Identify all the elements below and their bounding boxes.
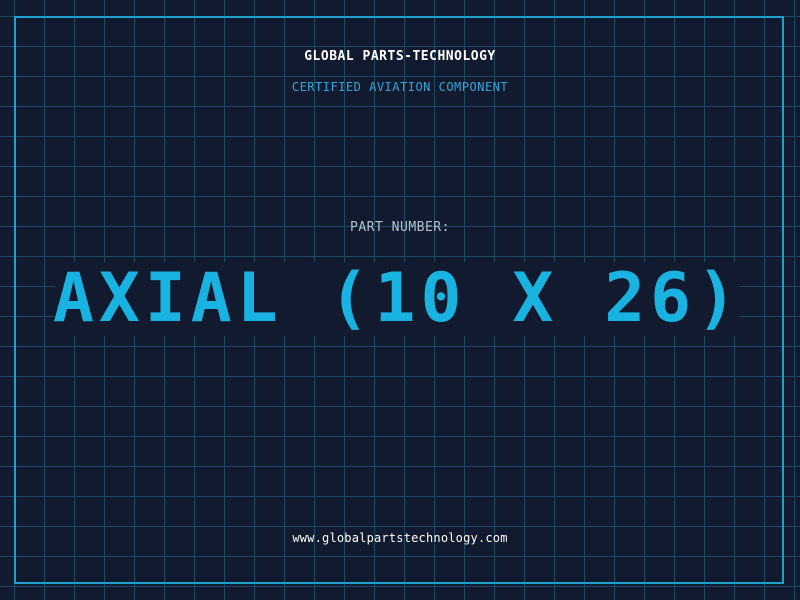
certificate-card: GLOBAL PARTS-TECHNOLOGY CERTIFIED AVIATI… — [0, 0, 800, 600]
company-name: GLOBAL PARTS-TECHNOLOGY — [304, 49, 496, 64]
certification-subtitle: CERTIFIED AVIATION COMPONENT — [291, 80, 509, 94]
part-number-value: AXIAL (10 X 26) — [52, 259, 743, 338]
website-url: www.globalpartstechnology.com — [292, 531, 508, 545]
part-number-panel: AXIAL (10 X 26) — [52, 259, 743, 338]
part-number-label: PART NUMBER: — [350, 220, 450, 235]
